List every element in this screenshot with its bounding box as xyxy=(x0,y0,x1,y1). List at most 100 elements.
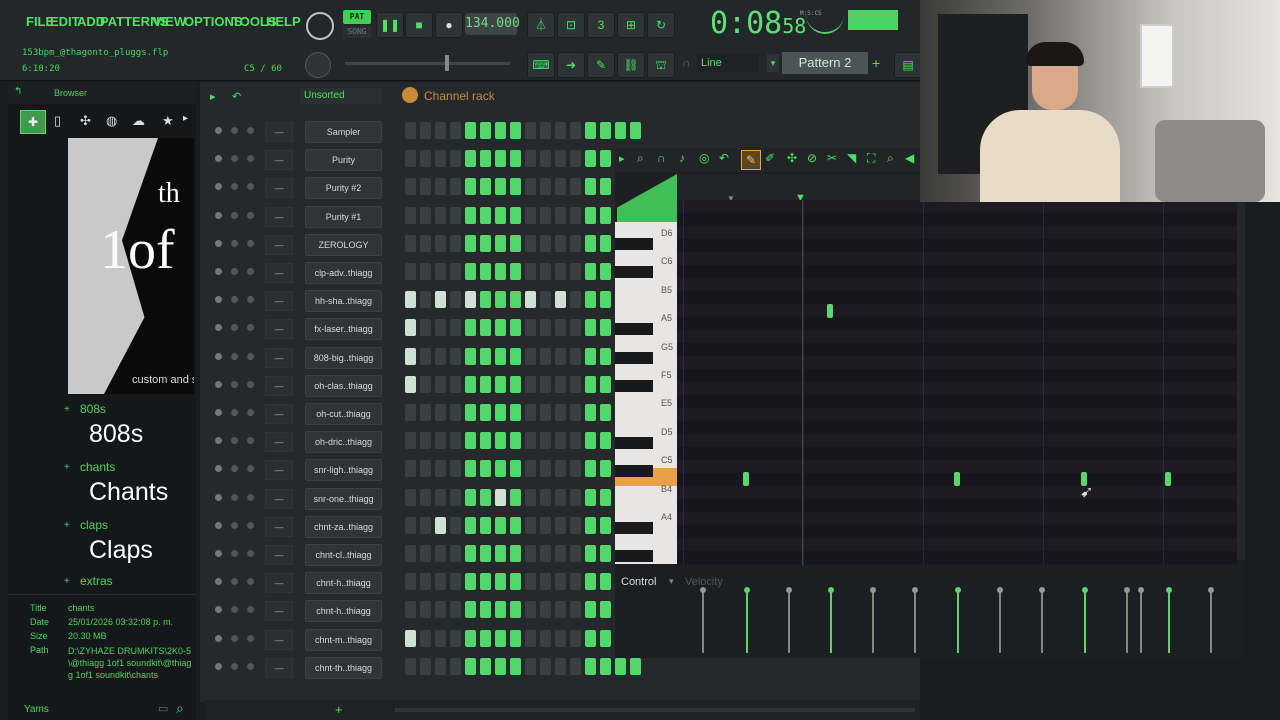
step-button[interactable] xyxy=(540,291,551,309)
step-button[interactable] xyxy=(465,488,476,506)
step-button[interactable] xyxy=(480,432,491,450)
speaker-icon[interactable]: ◀ xyxy=(905,151,914,165)
step-button[interactable] xyxy=(525,488,536,506)
step-button[interactable] xyxy=(585,601,596,619)
step-button[interactable] xyxy=(435,347,446,365)
velocity-handle[interactable] xyxy=(1039,587,1045,593)
step-button[interactable] xyxy=(525,150,536,168)
step-button[interactable] xyxy=(465,347,476,365)
step-button[interactable] xyxy=(585,375,596,393)
globe-icon[interactable]: ◍ xyxy=(106,113,117,129)
step-button[interactable] xyxy=(405,657,416,675)
blend-notes-button[interactable]: ⊞ xyxy=(617,12,645,38)
pattern-prev-button[interactable]: ▾ xyxy=(767,54,779,72)
mute-led-icon[interactable] xyxy=(215,606,222,614)
volume-knob-icon[interactable] xyxy=(247,465,254,473)
step-button[interactable] xyxy=(525,206,536,224)
velocity-handle[interactable] xyxy=(955,587,961,593)
pan-knob-icon[interactable] xyxy=(231,578,238,586)
wait-input-button[interactable]: ⊡ xyxy=(557,12,585,38)
step-button[interactable] xyxy=(495,629,506,647)
step-button[interactable] xyxy=(465,319,476,337)
volume-knob-icon[interactable] xyxy=(247,155,254,163)
step-button[interactable] xyxy=(510,375,521,393)
step-button[interactable] xyxy=(450,263,461,280)
mixer-track-button[interactable]: — xyxy=(265,601,293,622)
mixer-track-button[interactable]: — xyxy=(265,460,293,481)
pan-knob-icon[interactable] xyxy=(231,437,238,445)
step-button[interactable] xyxy=(465,263,476,280)
step-button[interactable] xyxy=(510,573,521,591)
plugin-icon[interactable]: ✣ xyxy=(80,113,91,129)
step-button[interactable] xyxy=(540,545,551,562)
velocity-bar[interactable] xyxy=(872,591,874,653)
step-button[interactable] xyxy=(480,150,491,168)
master-pitch-knob-icon[interactable] xyxy=(305,52,331,78)
step-button[interactable] xyxy=(480,657,491,675)
step-button[interactable] xyxy=(450,206,461,224)
step-button[interactable] xyxy=(480,375,491,393)
step-button[interactable] xyxy=(450,347,461,365)
velocity-handle[interactable] xyxy=(1124,587,1130,593)
browser-tab-label[interactable]: Browser xyxy=(54,88,87,98)
step-button[interactable] xyxy=(405,432,416,450)
volume-knob-icon[interactable] xyxy=(247,239,254,247)
step-button[interactable] xyxy=(585,629,596,647)
step-button[interactable] xyxy=(570,573,581,591)
step-button[interactable] xyxy=(405,347,416,365)
folder-icon[interactable]: ▭ xyxy=(158,702,168,715)
black-key[interactable] xyxy=(615,465,653,478)
velocity-bar[interactable] xyxy=(1041,591,1043,653)
step-button[interactable] xyxy=(480,122,491,139)
step-button[interactable] xyxy=(450,601,461,619)
step-button[interactable] xyxy=(405,601,416,619)
menu-edit[interactable]: EDIT xyxy=(50,14,80,29)
step-button[interactable] xyxy=(555,404,566,421)
cloud-icon[interactable]: ☁ xyxy=(132,113,145,129)
pan-knob-icon[interactable] xyxy=(231,493,238,501)
black-key[interactable] xyxy=(615,380,653,392)
step-button[interactable] xyxy=(405,263,416,280)
velocity-handle[interactable] xyxy=(1138,587,1144,593)
step-button[interactable] xyxy=(510,178,521,196)
step-button[interactable] xyxy=(480,178,491,196)
step-button[interactable] xyxy=(435,657,446,675)
step-button[interactable] xyxy=(435,319,446,337)
piano-roll-search-icon[interactable]: ⌕ xyxy=(637,151,644,166)
pan-knob-icon[interactable] xyxy=(231,550,238,557)
velocity-bar[interactable] xyxy=(999,591,1001,653)
step-button[interactable] xyxy=(570,460,581,478)
step-button[interactable] xyxy=(465,404,476,421)
step-button[interactable] xyxy=(480,629,491,647)
step-button[interactable] xyxy=(420,234,431,252)
channel-name-button[interactable]: oh-clas..thiagg xyxy=(305,374,382,397)
step-button[interactable] xyxy=(465,206,476,224)
mixer-track-button[interactable]: — xyxy=(265,657,293,678)
step-button[interactable] xyxy=(420,319,431,337)
step-button[interactable] xyxy=(420,291,431,309)
step-button[interactable] xyxy=(555,178,566,196)
volume-knob-icon[interactable] xyxy=(247,493,254,501)
mute-led-icon[interactable] xyxy=(215,155,222,163)
channel-name-button[interactable]: fx-laser..thiagg xyxy=(305,318,382,341)
expand-extras-icon[interactable]: + xyxy=(64,576,70,587)
pause-button[interactable]: ❚❚ xyxy=(376,12,404,38)
channel-name-button[interactable]: snr-ligh..thiagg xyxy=(305,459,382,482)
step-button[interactable] xyxy=(420,545,431,562)
pitch-slider-handle[interactable] xyxy=(445,55,449,71)
step-button[interactable] xyxy=(495,178,506,196)
step-button[interactable] xyxy=(420,206,431,224)
master-volume-knob-icon[interactable] xyxy=(306,12,334,40)
step-button[interactable] xyxy=(495,206,506,224)
expand-chants-icon[interactable]: + xyxy=(64,462,70,473)
volume-knob-icon[interactable] xyxy=(247,550,254,557)
step-button[interactable] xyxy=(465,601,476,619)
mixer-track-button[interactable]: — xyxy=(265,629,293,650)
step-button[interactable] xyxy=(480,516,491,534)
step-button[interactable] xyxy=(540,347,551,365)
piano-roll-menu-icon[interactable]: ▸ xyxy=(619,152,625,165)
velocity-handle[interactable] xyxy=(744,587,750,593)
volume-knob-icon[interactable] xyxy=(247,127,254,134)
step-button[interactable] xyxy=(405,404,416,421)
mute-led-icon[interactable] xyxy=(215,465,222,473)
